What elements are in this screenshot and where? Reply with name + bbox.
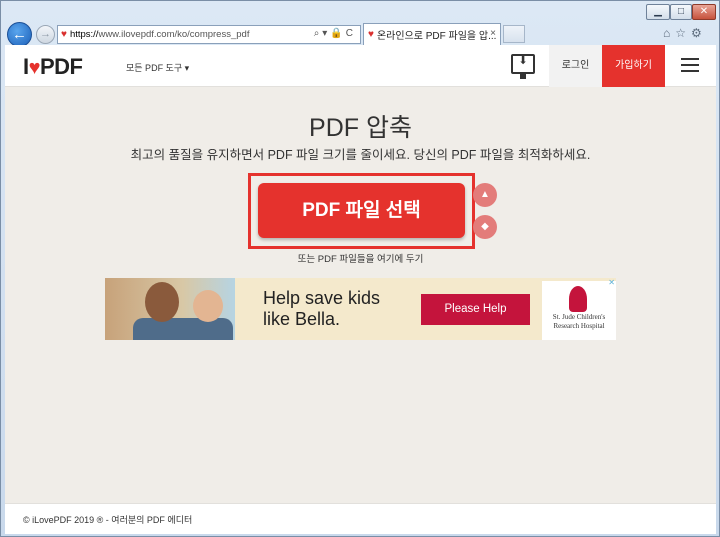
ad-photo xyxy=(105,278,235,340)
page-subtitle: 최고의 품질을 유지하면서 PDF 파일 크기를 줄이세요. 당신의 PDF 파… xyxy=(130,148,591,162)
all-tools-menu[interactable]: 모든 PDF 도구 ▾ xyxy=(126,61,189,74)
ad-message: Help save kids like Bella. xyxy=(263,288,380,330)
ad-banner[interactable]: Help save kids like Bella. Please Help S… xyxy=(105,278,616,340)
signup-button[interactable]: 가입하기 xyxy=(602,45,665,87)
adchoices-icon[interactable]: ✕ xyxy=(608,278,615,287)
site-header: I♥PDF 모든 PDF 도구 ▾ ⬇ 로그인 가입하기 xyxy=(5,45,716,87)
maximize-button[interactable]: □ xyxy=(670,4,692,20)
logo-pdf: PDF xyxy=(40,54,83,79)
brand-line1: St. Jude Children's xyxy=(552,313,606,321)
navigation-bar: ← → ♥ https:// www.ilovepdf.com/ko/compr… xyxy=(1,19,719,47)
google-drive-icon[interactable]: ▲ xyxy=(473,183,497,207)
back-icon[interactable]: ← xyxy=(7,22,32,47)
hamburger-menu-icon[interactable] xyxy=(681,58,699,72)
address-bar[interactable]: ♥ https:// www.ilovepdf.com/ko/compress_… xyxy=(57,25,361,44)
ad-message-line1: Help save kids xyxy=(263,288,381,308)
ilovepdf-logo[interactable]: I♥PDF xyxy=(23,54,83,80)
st-jude-figure-icon xyxy=(569,286,587,312)
minimize-button[interactable]: ▁ xyxy=(646,4,670,20)
brand-line2: Research Hospital xyxy=(553,322,605,330)
tab-title: 온라인으로 PDF 파일을 압... xyxy=(376,31,497,42)
url-path: www.ilovepdf.com/ko/compress_pdf xyxy=(98,29,250,40)
dropbox-icon[interactable]: ◆ xyxy=(473,215,497,239)
web-page: I♥PDF 모든 PDF 도구 ▾ ⬇ 로그인 가입하기 PDF 압축 최고의 … xyxy=(5,45,716,534)
logo-heart-icon: ♥ xyxy=(28,57,41,79)
select-pdf-button[interactable]: PDF 파일 선택 xyxy=(258,183,465,238)
browser-tab[interactable]: ♥ 온라인으로 PDF 파일을 압... × xyxy=(363,23,501,45)
url-protocol: https:// xyxy=(69,29,99,40)
browser-window: ▁ □ ✕ ← → ♥ https:// www.ilovepdf.com/ko… xyxy=(0,0,720,537)
close-button[interactable]: ✕ xyxy=(692,4,716,20)
ad-message-line2: like Bella. xyxy=(263,309,341,329)
site-footer: © iLovePDF 2019 ® - 여러분의 PDF 에디터 xyxy=(5,503,716,534)
browser-tool-icons[interactable]: ⌂☆⚙ xyxy=(663,26,707,40)
forward-icon[interactable]: → xyxy=(36,25,55,44)
new-tab-button[interactable] xyxy=(503,25,525,43)
tab-favicon-icon: ♥ xyxy=(368,29,374,40)
st-jude-logo: St. Jude Children's Research Hospital xyxy=(542,281,616,340)
footer-copyright: © iLovePDF 2019 ® - 여러분의 PDF 에디터 xyxy=(23,515,193,525)
drop-hint: 또는 PDF 파일들을 여기에 두기 xyxy=(297,254,424,265)
desktop-app-icon[interactable]: ⬇ xyxy=(511,54,535,79)
tab-close-icon[interactable]: × xyxy=(490,28,496,39)
page-title: PDF 압축 xyxy=(309,114,412,142)
login-button[interactable]: 로그인 xyxy=(549,45,602,87)
please-help-button[interactable]: Please Help xyxy=(421,294,530,325)
address-tools-icons[interactable]: ⌕▾🔒C xyxy=(314,28,356,39)
download-icon: ⬇ xyxy=(518,55,528,67)
favicon-heart-icon: ♥ xyxy=(61,29,67,40)
title-bar: ▁ □ ✕ xyxy=(1,1,719,20)
